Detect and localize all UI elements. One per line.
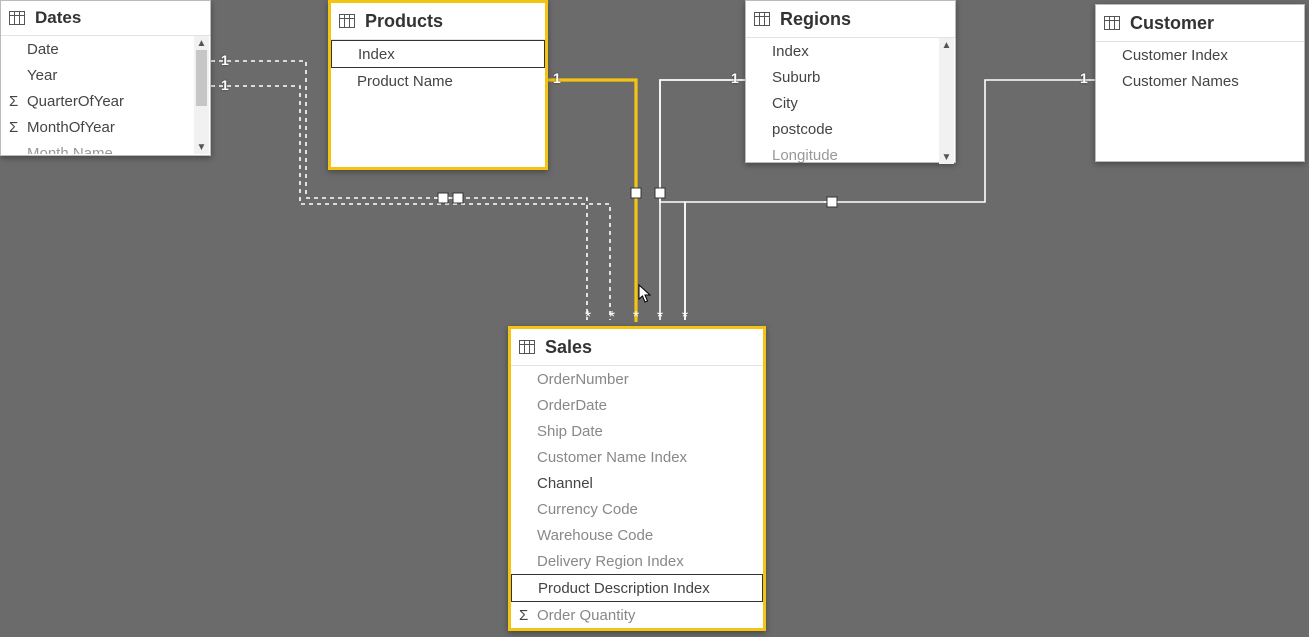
cardinality-one-label: 1 [1080,70,1088,86]
field-label: Index [772,43,809,60]
field-label: Order Quantity [537,607,635,624]
table-icon [519,340,535,354]
field-label: Delivery Region Index [537,553,684,570]
field-year[interactable]: Year [1,62,210,88]
field-product-description-index[interactable]: Product Description Index [511,574,763,602]
field-label: Product Description Index [538,580,710,597]
table-dates[interactable]: Dates Date Year ΣQuarterOfYear ΣMonthOfY… [0,0,211,156]
field-index[interactable]: Index [331,40,545,68]
table-icon [1104,16,1120,30]
field-postcode[interactable]: postcode [746,116,955,142]
relationship-handle[interactable] [453,193,464,204]
cardinality-many-label: * [682,310,688,326]
scrollbar[interactable]: ▲ ▼ [939,38,954,164]
field-monthname[interactable]: Month Name [1,140,210,154]
field-warehouse-code[interactable]: Warehouse Code [511,522,763,548]
field-order-quantity[interactable]: ΣOrder Quantity [511,602,763,628]
field-customer-name-index[interactable]: Customer Name Index [511,444,763,470]
field-label: Product Name [357,73,453,90]
field-label: City [772,95,798,112]
scroll-down-icon[interactable]: ▼ [939,150,954,164]
table-header[interactable]: Regions [746,1,955,38]
mouse-cursor [638,284,652,304]
field-product-name[interactable]: Product Name [331,68,545,94]
field-suburb[interactable]: Suburb [746,64,955,90]
field-monthofyear[interactable]: ΣMonthOfYear [1,114,210,140]
field-label: Suburb [772,69,820,86]
sigma-icon: Σ [9,119,27,136]
field-customer-index[interactable]: Customer Index [1096,42,1304,68]
scrollbar[interactable]: ▲ ▼ [194,36,209,154]
sigma-icon: Σ [519,607,537,624]
table-regions[interactable]: Regions Index Suburb City postcode Longi… [745,0,956,163]
field-ordernumber[interactable]: OrderNumber [511,366,763,392]
cardinality-many-label: * [609,310,615,326]
field-label: Currency Code [537,501,638,518]
relationship-handle[interactable] [655,188,666,199]
field-label: Warehouse Code [537,527,653,544]
sigma-icon: Σ [9,93,27,110]
field-label: Index [358,46,395,63]
cardinality-one-label: 1 [221,77,229,93]
field-label: Customer Index [1122,47,1228,64]
field-label: Channel [537,475,593,492]
field-delivery-region-index[interactable]: Delivery Region Index [511,548,763,574]
field-city[interactable]: City [746,90,955,116]
field-label: QuarterOfYear [27,93,124,110]
cardinality-one-label: 1 [221,52,229,68]
field-label: Longitude [772,147,838,164]
cardinality-one-label: 1 [553,70,561,86]
table-customer[interactable]: Customer Customer Index Customer Names [1095,4,1305,162]
table-header[interactable]: Sales [511,329,763,366]
relationship-handle[interactable] [438,193,449,204]
table-icon [754,12,770,26]
table-header[interactable]: Products [331,3,545,40]
field-longitude[interactable]: Longitude [746,142,955,164]
field-label: Customer Names [1122,73,1239,90]
table-header[interactable]: Customer [1096,5,1304,42]
field-shipdate[interactable]: Ship Date [511,418,763,444]
field-orderdate[interactable]: OrderDate [511,392,763,418]
table-sales[interactable]: Sales OrderNumber OrderDate Ship Date Cu… [508,326,766,631]
field-index[interactable]: Index [746,38,955,64]
scroll-up-icon[interactable]: ▲ [939,38,954,52]
table-products[interactable]: Products Index Product Name [328,0,548,170]
relationship-handle[interactable] [631,188,642,199]
field-label: Month Name [27,145,113,155]
field-quarterofyear[interactable]: ΣQuarterOfYear [1,88,210,114]
field-date[interactable]: Date [1,36,210,62]
relationship-handle[interactable] [827,197,838,208]
field-label: OrderDate [537,397,607,414]
field-label: postcode [772,121,833,138]
scroll-up-icon[interactable]: ▲ [194,36,209,50]
field-label: Date [27,41,59,58]
table-title: Products [365,11,443,32]
table-icon [9,11,25,25]
field-label: Customer Name Index [537,449,687,466]
cardinality-many-label: * [633,310,639,326]
field-label: Year [27,67,57,84]
field-channel[interactable]: Channel [511,470,763,496]
scroll-thumb[interactable] [196,50,207,106]
field-label: MonthOfYear [27,119,115,136]
table-header[interactable]: Dates [1,1,210,36]
table-title: Regions [780,9,851,30]
field-customer-names[interactable]: Customer Names [1096,68,1304,94]
cardinality-many-label: * [585,310,591,326]
field-currency-code[interactable]: Currency Code [511,496,763,522]
table-title: Sales [545,337,592,358]
field-label: Ship Date [537,423,603,440]
field-label: OrderNumber [537,371,629,388]
table-title: Customer [1130,13,1214,34]
cardinality-many-label: * [657,310,663,326]
table-title: Dates [35,8,81,28]
table-icon [339,14,355,28]
cardinality-one-label: 1 [731,70,739,86]
scroll-down-icon[interactable]: ▼ [194,140,209,154]
